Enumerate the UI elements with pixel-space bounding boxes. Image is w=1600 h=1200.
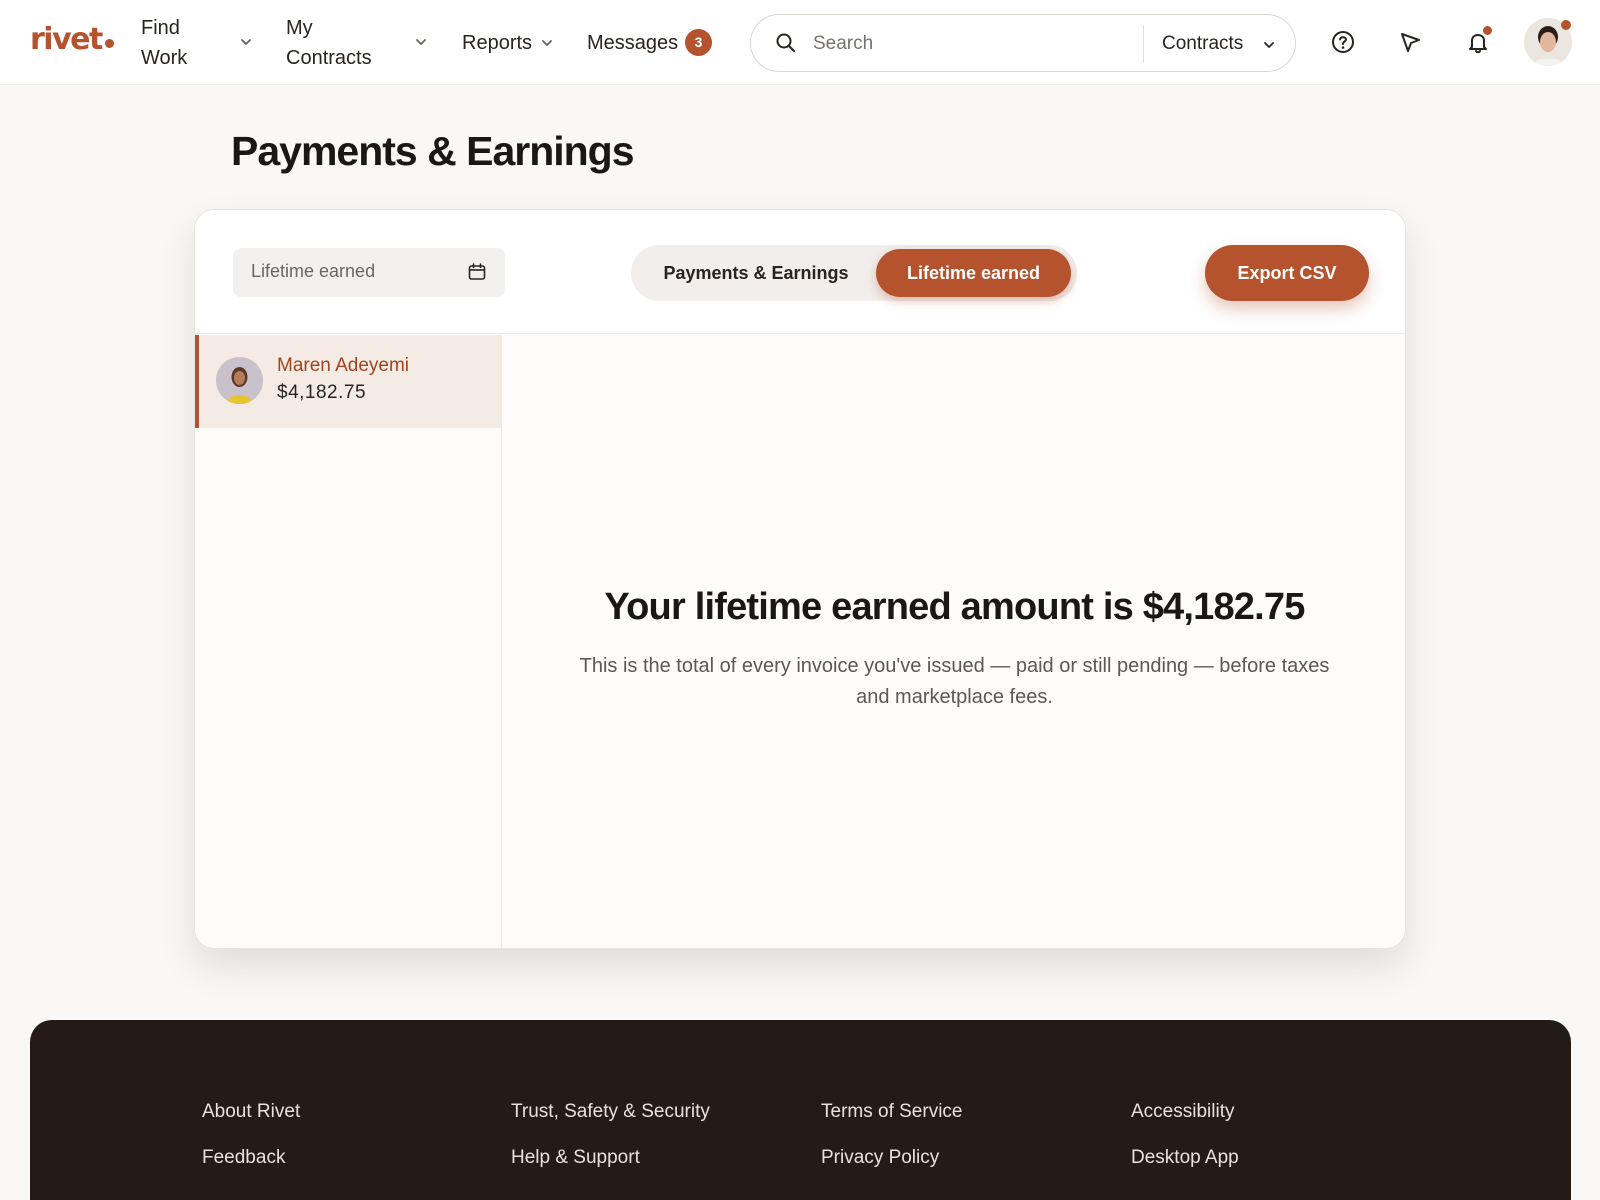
avatar-status-dot xyxy=(1561,20,1571,30)
help-button[interactable] xyxy=(1325,24,1361,60)
footer-link-feedback[interactable]: Feedback xyxy=(202,1147,285,1169)
export-csv-button[interactable]: Export CSV xyxy=(1205,245,1369,301)
nav-reports[interactable]: Reports xyxy=(462,28,562,58)
nav-my-contracts-label-line2: Contracts xyxy=(286,47,372,69)
search-scope-label: Contracts xyxy=(1162,33,1244,54)
footer-link-about[interactable]: About Rivet xyxy=(202,1101,300,1123)
lifetime-headline: Your lifetime earned amount is $4,182.75 xyxy=(604,586,1305,628)
calendar-icon xyxy=(468,263,486,280)
footer-link-trust-safety[interactable]: Trust, Safety & Security xyxy=(511,1101,710,1123)
nav-messages-label: Messages xyxy=(587,32,679,54)
chevron-down-icon xyxy=(542,40,552,46)
search-divider xyxy=(1143,25,1144,63)
chevron-down-icon xyxy=(241,39,251,45)
client-list: Maren Adeyemi $4,182.75 xyxy=(195,335,502,948)
client-amount: $4,182.75 xyxy=(277,382,367,403)
nav-messages[interactable]: Messages 3 xyxy=(587,28,717,58)
chevron-down-icon xyxy=(1264,42,1274,48)
send-icon xyxy=(1401,33,1420,52)
tab-payments-earnings[interactable]: Payments & Earnings xyxy=(641,249,871,297)
list-item[interactable]: Maren Adeyemi $4,182.75 xyxy=(195,335,501,428)
view-toggle: Payments & Earnings Lifetime earned xyxy=(631,245,1077,301)
page-title: Payments & Earnings xyxy=(231,128,635,174)
nav-reports-label: Reports xyxy=(462,32,533,54)
chevron-down-icon xyxy=(416,39,426,45)
lifetime-summary: Your lifetime earned amount is $4,182.75… xyxy=(502,335,1405,948)
date-range-field[interactable]: Lifetime earned xyxy=(233,248,505,297)
client-avatar xyxy=(216,357,263,404)
search-icon xyxy=(776,33,795,52)
footer-link-desktop-app[interactable]: Desktop App xyxy=(1131,1147,1239,1169)
notifications-button[interactable] xyxy=(1460,24,1496,60)
nav-my-contracts-label-line1: My xyxy=(286,17,313,39)
logo-dot xyxy=(104,39,114,48)
send-button[interactable] xyxy=(1392,24,1428,60)
messages-count-badge: 3 xyxy=(685,29,712,56)
footer-link-terms[interactable]: Terms of Service xyxy=(821,1101,962,1123)
footer-link-accessibility[interactable]: Accessibility xyxy=(1131,1101,1234,1123)
card-toolbar: Lifetime earned Payments & Earnings Life… xyxy=(195,210,1405,334)
search-input[interactable] xyxy=(813,29,1133,59)
rivet-logo[interactable]: rivet xyxy=(30,22,114,57)
top-nav-bar: rivet Find Work My Contracts Reports Mes… xyxy=(0,0,1600,85)
search-bar: Contracts xyxy=(750,14,1296,72)
client-name: Maren Adeyemi xyxy=(277,355,410,376)
footer-link-help-support[interactable]: Help & Support xyxy=(511,1147,640,1169)
nav-my-contracts[interactable]: My Contracts xyxy=(286,13,431,73)
notification-dot xyxy=(1483,26,1492,35)
nav-find-work[interactable]: Find Work xyxy=(141,13,256,73)
earnings-card: Lifetime earned Payments & Earnings Life… xyxy=(194,209,1406,949)
date-range-label: Lifetime earned xyxy=(251,261,376,281)
lifetime-description: This is the total of every invoice you'v… xyxy=(579,655,1330,708)
client-avatar-image xyxy=(216,357,263,404)
search-scope-dropdown[interactable]: Contracts xyxy=(1162,29,1274,59)
tab-lifetime-earned[interactable]: Lifetime earned xyxy=(876,249,1071,297)
footer-link-privacy[interactable]: Privacy Policy xyxy=(821,1147,939,1169)
help-icon xyxy=(1332,31,1354,53)
footer: About Rivet Feedback Trust, Safety & Sec… xyxy=(30,1020,1571,1200)
